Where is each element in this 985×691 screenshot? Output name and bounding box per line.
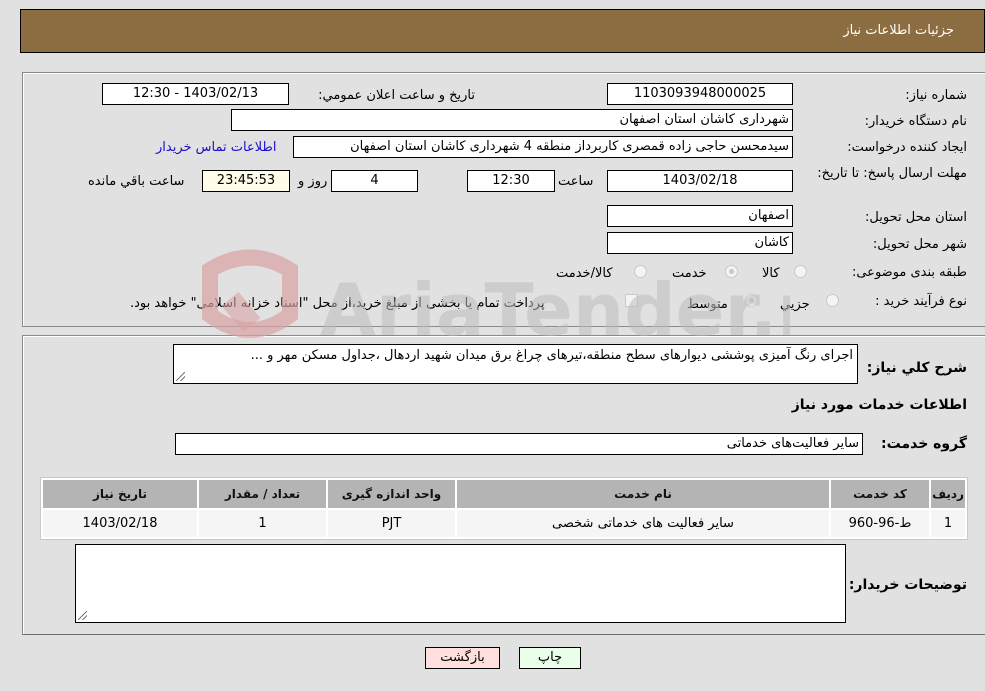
cell-need-date: 1403/02/18	[43, 510, 197, 537]
creator-field[interactable]: سیدمحسن حاجی زاده قمصری کاربرداز منطقه 4…	[293, 136, 793, 158]
cell-quantity: 1	[199, 510, 326, 537]
days-label: روز و	[298, 174, 328, 189]
process-radio-minor[interactable]	[826, 294, 839, 307]
need-number-label: شماره نیاز:	[905, 88, 967, 103]
table-header-row: ردیف کد خدمت نام خدمت واحد اندازه گیری ت…	[43, 480, 965, 508]
purchase-process-label: نوع فرآیند خرید :	[875, 294, 967, 309]
category-option-goods: کالا	[762, 266, 780, 281]
deadline-label: مهلت ارسال پاسخ: تا تاریخ:	[817, 166, 967, 181]
buyer-notes-textarea[interactable]	[75, 544, 846, 623]
services-table: ردیف کد خدمت نام خدمت واحد اندازه گیری ت…	[40, 477, 968, 540]
cell-row-number: 1	[931, 510, 965, 537]
back-button[interactable]: بازگشت	[425, 647, 500, 669]
col-header-row-number: ردیف	[931, 480, 965, 508]
buyer-notes-label: توضیحات خریدار:	[848, 577, 967, 593]
col-header-unit: واحد اندازه گیری	[328, 480, 455, 508]
treasury-note: پرداخت تمام یا بخشی از مبلغ خرید،از محل …	[130, 296, 545, 311]
cell-unit: PJT	[328, 510, 455, 537]
cell-service-name: سایر فعالیت های خدماتی شخصی	[457, 510, 829, 537]
description-text: اجرای رنگ آمیزی پوششی دیوارهای سطح منطقه…	[250, 348, 853, 363]
buyer-contact-link[interactable]: اطلاعات تماس خریدار	[156, 140, 276, 155]
table-row: 1 ط-96-960 سایر فعالیت های خدماتی شخصی P…	[43, 510, 965, 537]
buyer-org-label: نام دستگاه خریدار:	[864, 114, 967, 129]
col-header-service-name: نام خدمت	[457, 480, 829, 508]
deadline-date-field[interactable]: 1403/02/18	[607, 170, 793, 192]
page-header: جزئیات اطلاعات نیاز	[20, 9, 985, 53]
category-radio-goods[interactable]	[794, 265, 807, 278]
buyer-org-field[interactable]: شهرداری کاشان استان اصفهان	[231, 109, 793, 131]
announce-label: تاریخ و ساعت اعلان عمومي:	[318, 88, 475, 103]
province-field[interactable]: اصفهان	[607, 205, 793, 227]
category-radio-service[interactable]	[725, 265, 738, 278]
category-label: طبقه بندی موضوعی:	[851, 265, 967, 280]
category-option-service: خدمت	[672, 266, 707, 281]
description-label: شرح کلي نیاز:	[866, 360, 967, 376]
process-option-medium: متوسط	[687, 297, 728, 312]
resize-grip-icon[interactable]	[78, 611, 87, 620]
deadline-time-field[interactable]: 12:30	[467, 170, 555, 192]
resize-grip-icon[interactable]	[176, 372, 185, 381]
city-field[interactable]: کاشان	[607, 232, 793, 254]
category-option-goods-service: کالا/خدمت	[556, 266, 613, 281]
services-section-title: اطلاعات خدمات مورد نیاز	[791, 397, 967, 413]
description-textarea[interactable]: اجرای رنگ آمیزی پوششی دیوارهای سطح منطقه…	[173, 344, 858, 384]
col-header-need-date: تاریخ نیاز	[43, 480, 197, 508]
col-header-service-code: کد خدمت	[831, 480, 929, 508]
creator-label: ایجاد کننده درخواست:	[847, 140, 967, 155]
days-remaining-field[interactable]: 4	[331, 170, 418, 192]
remaining-time-field: 23:45:53	[202, 170, 290, 192]
announce-datetime-field[interactable]: 1403/02/13 - 12:30	[102, 83, 289, 105]
need-number-field[interactable]: 1103093948000025	[607, 83, 793, 105]
process-radio-medium[interactable]	[745, 294, 758, 307]
service-group-field[interactable]: سایر فعالیت‌های خدماتی	[175, 433, 863, 455]
deadline-time-label: ساعت	[558, 174, 594, 189]
remaining-time-label: ساعت باقي مانده	[88, 174, 185, 189]
treasury-checkbox[interactable]	[625, 294, 638, 307]
city-label: شهر محل تحویل:	[872, 237, 967, 252]
cell-service-code: ط-96-960	[831, 510, 929, 537]
col-header-quantity: تعداد / مقدار	[199, 480, 326, 508]
print-button[interactable]: چاپ	[519, 647, 581, 669]
page-title: جزئیات اطلاعات نیاز	[843, 23, 954, 38]
process-option-minor: جزيي	[780, 297, 810, 312]
province-label: استان محل تحویل:	[865, 210, 967, 225]
category-radio-goods-service[interactable]	[634, 265, 647, 278]
service-group-label: گروه خدمت:	[881, 436, 967, 452]
